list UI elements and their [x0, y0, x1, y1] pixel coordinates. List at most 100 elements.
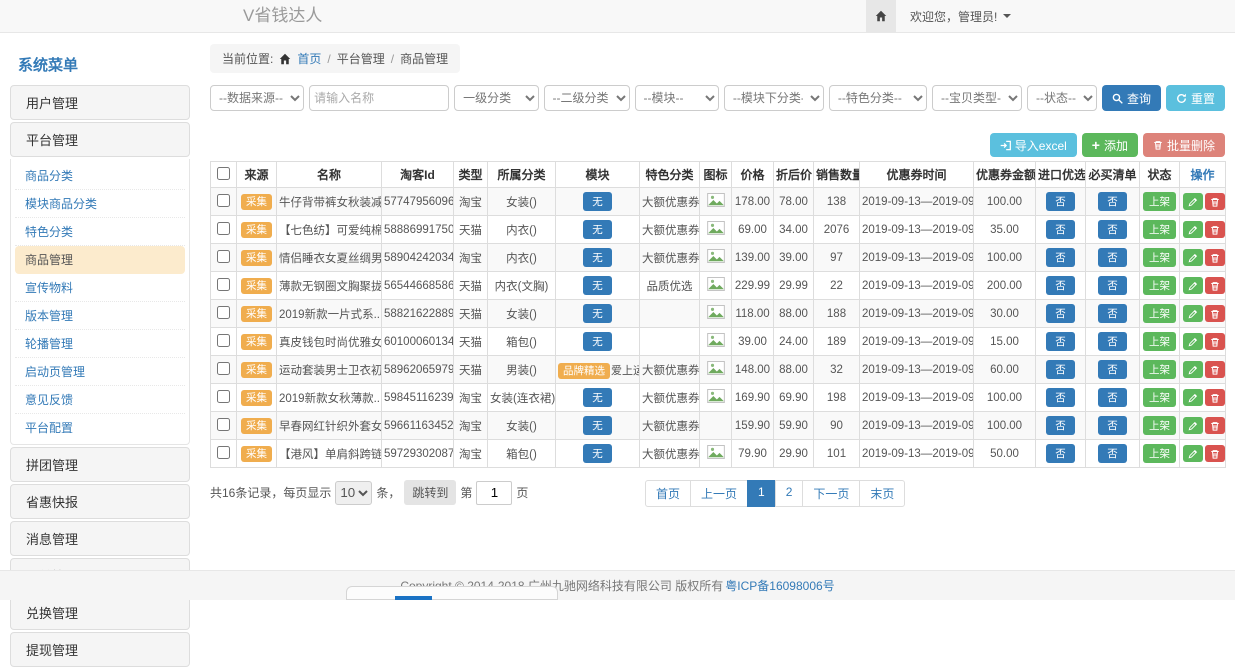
- per-page-select[interactable]: 10: [335, 481, 372, 505]
- edit-button[interactable]: [1183, 445, 1203, 462]
- sidebar-item[interactable]: 意见反馈: [15, 386, 185, 414]
- jump-button[interactable]: 跳转到: [404, 480, 456, 505]
- user-menu[interactable]: 欢迎您，管理员!: [896, 0, 1025, 32]
- sidebar-section-0[interactable]: 用户管理: [10, 85, 190, 120]
- edit-button[interactable]: [1183, 417, 1203, 434]
- imported-toggle[interactable]: 否: [1046, 192, 1075, 211]
- sidebar-section-3[interactable]: 省惠快报: [10, 484, 190, 519]
- sidebar-item[interactable]: 版本管理: [15, 302, 185, 330]
- delete-button[interactable]: [1205, 361, 1225, 378]
- module-none-badge[interactable]: 无: [583, 220, 612, 239]
- module-none-badge[interactable]: 无: [583, 276, 612, 295]
- status-badge[interactable]: 上架: [1143, 304, 1176, 323]
- level1-category-select[interactable]: 一级分类: [454, 85, 538, 111]
- imported-toggle[interactable]: 否: [1046, 444, 1075, 463]
- row-checkbox[interactable]: [217, 278, 230, 291]
- page-button[interactable]: 1: [747, 480, 776, 507]
- sidebar-section-2[interactable]: 拼团管理: [10, 447, 190, 482]
- must-buy-toggle[interactable]: 否: [1098, 360, 1127, 379]
- imported-toggle[interactable]: 否: [1046, 220, 1075, 239]
- delete-button[interactable]: [1205, 333, 1225, 350]
- status-badge[interactable]: 上架: [1143, 192, 1176, 211]
- module-none-badge[interactable]: 无: [583, 304, 612, 323]
- sidebar-item[interactable]: 模块商品分类: [15, 190, 185, 218]
- sidebar-item[interactable]: 启动页管理: [15, 358, 185, 386]
- must-buy-toggle[interactable]: 否: [1098, 276, 1127, 295]
- status-badge[interactable]: 上架: [1143, 276, 1176, 295]
- sidebar-section-4[interactable]: 消息管理: [10, 521, 190, 556]
- edit-button[interactable]: [1183, 361, 1203, 378]
- module-none-badge[interactable]: 无: [583, 192, 612, 211]
- edit-button[interactable]: [1183, 221, 1203, 238]
- module-none-badge[interactable]: 无: [583, 248, 612, 267]
- import-excel-button[interactable]: 导入excel: [990, 133, 1077, 157]
- row-checkbox[interactable]: [217, 194, 230, 207]
- page-button[interactable]: 下一页: [802, 480, 860, 507]
- status-select[interactable]: --状态--: [1027, 85, 1097, 111]
- row-checkbox[interactable]: [217, 418, 230, 431]
- must-buy-toggle[interactable]: 否: [1098, 332, 1127, 351]
- sidebar-item[interactable]: 宣传物料: [15, 274, 185, 302]
- reset-button[interactable]: 重置: [1166, 85, 1225, 111]
- icp-link[interactable]: 粤ICP备16098006号: [725, 577, 834, 594]
- edit-button[interactable]: [1183, 249, 1203, 266]
- module-none-badge[interactable]: 无: [583, 332, 612, 351]
- must-buy-toggle[interactable]: 否: [1098, 444, 1127, 463]
- module-none-badge[interactable]: 无: [583, 444, 612, 463]
- status-badge[interactable]: 上架: [1143, 360, 1176, 379]
- add-button[interactable]: + 添加: [1082, 133, 1138, 157]
- edit-button[interactable]: [1183, 277, 1203, 294]
- imported-toggle[interactable]: 否: [1046, 276, 1075, 295]
- delete-button[interactable]: [1205, 305, 1225, 322]
- imported-toggle[interactable]: 否: [1046, 304, 1075, 323]
- search-button[interactable]: 查询: [1102, 85, 1161, 111]
- delete-button[interactable]: [1205, 445, 1225, 462]
- item-type-select[interactable]: --宝贝类型--: [932, 85, 1022, 111]
- delete-button[interactable]: [1205, 221, 1225, 238]
- imported-toggle[interactable]: 否: [1046, 416, 1075, 435]
- module-subcategory-select[interactable]: --模块下分类--: [724, 85, 824, 111]
- status-badge[interactable]: 上架: [1143, 332, 1176, 351]
- delete-button[interactable]: [1205, 417, 1225, 434]
- delete-button[interactable]: [1205, 277, 1225, 294]
- must-buy-toggle[interactable]: 否: [1098, 220, 1127, 239]
- row-checkbox[interactable]: [217, 390, 230, 403]
- must-buy-toggle[interactable]: 否: [1098, 388, 1127, 407]
- home-button[interactable]: [866, 0, 896, 32]
- sidebar-section-7[interactable]: 提现管理: [10, 632, 190, 667]
- page-button[interactable]: 末页: [859, 480, 905, 507]
- status-badge[interactable]: 上架: [1143, 220, 1176, 239]
- row-checkbox[interactable]: [217, 250, 230, 263]
- level2-category-select[interactable]: --二级分类--: [544, 85, 630, 111]
- page-button[interactable]: 2: [775, 480, 804, 507]
- must-buy-toggle[interactable]: 否: [1098, 416, 1127, 435]
- row-checkbox[interactable]: [217, 306, 230, 319]
- row-checkbox[interactable]: [217, 362, 230, 375]
- status-badge[interactable]: 上架: [1143, 388, 1176, 407]
- imported-toggle[interactable]: 否: [1046, 388, 1075, 407]
- module-none-badge[interactable]: 无: [583, 388, 612, 407]
- sidebar-item[interactable]: 特色分类: [15, 218, 185, 246]
- feature-category-select[interactable]: --特色分类--: [829, 85, 927, 111]
- edit-button[interactable]: [1183, 193, 1203, 210]
- delete-button[interactable]: [1205, 389, 1225, 406]
- sidebar-item[interactable]: 商品管理: [15, 246, 185, 274]
- row-checkbox[interactable]: [217, 334, 230, 347]
- page-button[interactable]: 上一页: [690, 480, 748, 507]
- sidebar-section-1[interactable]: 平台管理: [10, 122, 190, 157]
- module-none-badge[interactable]: 无: [583, 416, 612, 435]
- sidebar-section-6[interactable]: 兑换管理: [10, 595, 190, 630]
- must-buy-toggle[interactable]: 否: [1098, 192, 1127, 211]
- sidebar-item[interactable]: 轮播管理: [15, 330, 185, 358]
- jump-page-input[interactable]: [476, 481, 512, 505]
- must-buy-toggle[interactable]: 否: [1098, 248, 1127, 267]
- edit-button[interactable]: [1183, 389, 1203, 406]
- page-button[interactable]: 首页: [645, 480, 691, 507]
- delete-button[interactable]: [1205, 193, 1225, 210]
- select-all-checkbox[interactable]: [217, 167, 230, 180]
- delete-button[interactable]: [1205, 249, 1225, 266]
- data-source-select[interactable]: --数据来源--: [210, 85, 304, 111]
- breadcrumb-home-link[interactable]: 首页: [297, 50, 321, 67]
- edit-button[interactable]: [1183, 305, 1203, 322]
- must-buy-toggle[interactable]: 否: [1098, 304, 1127, 323]
